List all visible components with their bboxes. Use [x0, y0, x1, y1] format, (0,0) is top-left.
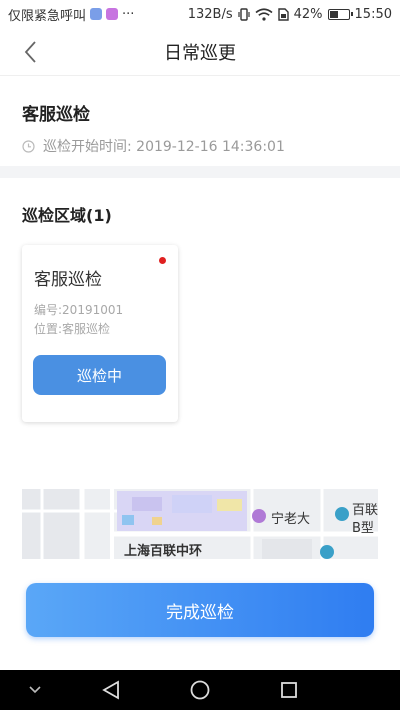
- wifi-icon: [255, 7, 273, 21]
- start-time: 巡检开始时间: 2019-12-16 14:36:01: [43, 139, 285, 155]
- start-time-row: 巡检开始时间: 2019-12-16 14:36:01: [22, 136, 285, 156]
- battery-percent: 42%: [293, 6, 323, 22]
- vibrate-icon: [238, 7, 250, 21]
- chevron-down-icon[interactable]: [28, 684, 42, 696]
- clock-icon: [22, 139, 35, 153]
- map-label-ningla: 宁老大: [271, 512, 311, 527]
- clock: 15:50: [354, 6, 392, 22]
- map-view[interactable]: 宁老大 百联 B型 上海百联中环: [22, 489, 378, 559]
- network-speed: 132B/s: [187, 6, 233, 22]
- map-label-btype: B型: [352, 521, 374, 536]
- status-right: 132B/s 42% 15:50: [188, 7, 392, 22]
- back-arrow-icon[interactable]: [20, 40, 44, 64]
- area-card[interactable]: 客服巡检 编号:20191001 位置:客服巡检 巡检中: [22, 245, 178, 422]
- status-dot: [159, 257, 166, 264]
- complete-patrol-button[interactable]: 完成巡检: [26, 583, 374, 637]
- app-icon: [106, 8, 119, 20]
- back-triangle-icon[interactable]: [100, 680, 122, 700]
- map-label-bailian: 百联: [352, 503, 378, 518]
- status-left: 仅限紧急呼叫 ···: [8, 5, 188, 24]
- shield-icon: [90, 8, 103, 20]
- patrol-title: 客服巡检: [22, 105, 90, 125]
- recents-square-icon[interactable]: [279, 680, 299, 700]
- sim-icon: [277, 7, 289, 21]
- status-bar: 仅限紧急呼叫 ··· 132B/s 42% 15:50: [0, 0, 400, 28]
- map-label-center: 上海百联中环: [124, 544, 203, 559]
- patrolling-button[interactable]: 巡检中: [33, 355, 166, 395]
- home-circle-icon[interactable]: [189, 679, 211, 701]
- card-name: 客服巡检: [34, 270, 102, 290]
- patrol-info: 客服巡检 巡检开始时间: 2019-12-16 14:36:01: [0, 92, 400, 166]
- section-divider: [0, 166, 400, 178]
- card-location: 位置:客服巡检: [34, 322, 111, 336]
- nav-bar: 日常巡更: [0, 28, 400, 76]
- page-title: 日常巡更: [164, 42, 236, 64]
- more-indicator: ···: [122, 6, 135, 22]
- card-code: 编号:20191001: [34, 303, 124, 317]
- area-title: 巡检区域(1): [22, 206, 112, 225]
- system-nav-bar: [0, 670, 400, 710]
- battery-icon: [327, 8, 353, 20]
- carrier-text: 仅限紧急呼叫: [8, 8, 87, 24]
